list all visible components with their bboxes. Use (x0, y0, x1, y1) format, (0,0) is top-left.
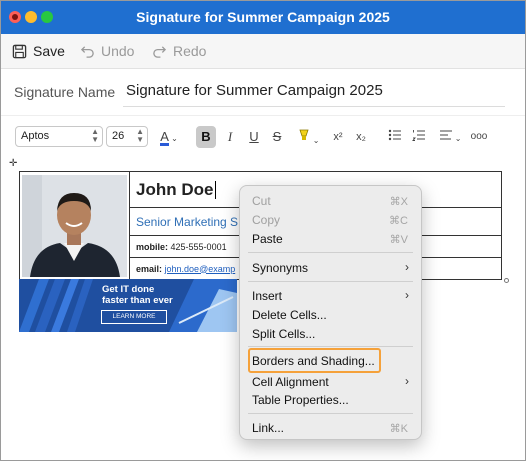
photo-cell[interactable] (19, 171, 130, 280)
context-menu: Cut ⌘X Copy ⌘C Paste ⌘V Synonyms › Inser… (239, 185, 422, 440)
menu-item-synonyms[interactable]: Synonyms (252, 261, 308, 275)
menu-item-paste[interactable]: Paste (252, 232, 283, 246)
window-title: Signature for Summer Campaign 2025 (136, 9, 390, 25)
signature-name-text: John Doe (136, 179, 214, 199)
numbered-list-icon (412, 130, 425, 141)
superscript-button[interactable]: x² (330, 128, 346, 146)
stepper-icon: ▲ ▼ (136, 127, 144, 144)
person-photo-icon (22, 174, 127, 277)
cut-shortcut: ⌘X (389, 196, 408, 208)
font-size-value: 26 (112, 130, 125, 142)
bullet-list-icon (388, 129, 401, 141)
underline-button[interactable]: U (247, 128, 261, 146)
title-bar: Signature for Summer Campaign 2025 (1, 1, 525, 34)
menu-separator (248, 252, 413, 253)
formatting-toolbar: Aptos ▲ ▼ 26 ▲ ▼ A ⌄ B I U S ⌄ x² x₂ ⌄ ooo (1, 115, 525, 155)
copy-shortcut: ⌘C (389, 215, 408, 227)
profile-photo (22, 174, 127, 277)
menu-item-copy[interactable]: Copy (252, 213, 280, 227)
strikethrough-icon: S (272, 129, 282, 144)
signature-name-label: Signature Name (14, 84, 116, 100)
redo-icon (153, 45, 167, 58)
subscript-icon: x₂ (356, 131, 366, 143)
highlighter-icon (298, 129, 309, 140)
save-label: Save (33, 43, 65, 59)
font-family-select[interactable]: Aptos ▲ ▼ (15, 126, 103, 147)
paste-shortcut: ⌘V (389, 234, 408, 246)
italic-icon: I (227, 129, 233, 144)
menu-item-cell-alignment[interactable]: Cell Alignment (252, 375, 329, 389)
undo-icon (80, 45, 94, 58)
menu-item-delete-cells[interactable]: Delete Cells... (252, 308, 327, 322)
menu-item-borders-and-shading[interactable]: Borders and Shading... (252, 354, 375, 368)
font-size-select[interactable]: 26 ▲ ▼ (106, 126, 148, 147)
menu-item-cut[interactable]: Cut (252, 194, 271, 208)
text-cursor (215, 181, 217, 200)
subscript-button[interactable]: x₂ (353, 128, 369, 146)
mobile-label: mobile: (136, 241, 169, 252)
underline-icon: U (249, 129, 259, 144)
signature-name-underline (123, 106, 505, 107)
table-resize-handle-icon[interactable] (504, 278, 509, 283)
undo-button[interactable]: Undo (80, 43, 134, 59)
strikethrough-button[interactable]: S (270, 128, 284, 146)
bold-button[interactable]: B (196, 126, 216, 148)
undo-label: Undo (101, 43, 135, 59)
bullet-list-button[interactable] (388, 128, 402, 146)
save-button[interactable]: Save (12, 43, 65, 59)
menu-item-insert[interactable]: Insert (252, 289, 282, 303)
alignment-button[interactable]: ⌄ (437, 128, 463, 146)
save-icon (12, 44, 27, 58)
menu-separator (248, 346, 413, 347)
table-move-handle-icon[interactable]: ✛ (9, 158, 17, 169)
numbered-list-button[interactable] (412, 128, 426, 146)
mobile-value: 425-555-0001 (170, 241, 227, 252)
promo-banner[interactable]: Get IT done faster than ever LEARN MORE (19, 279, 237, 332)
email-label: email: (136, 263, 163, 274)
menu-item-link[interactable]: Link... (252, 421, 284, 435)
email-link[interactable]: john.doe@examp (165, 264, 236, 274)
more-icon: ooo (470, 131, 488, 142)
menu-item-table-properties[interactable]: Table Properties... (252, 393, 349, 407)
toolbar: Save Undo Redo (1, 34, 525, 69)
highlight-button[interactable]: ⌄ (293, 128, 323, 146)
signature-editor-window: Signature for Summer Campaign 2025 Save … (0, 0, 526, 461)
link-shortcut: ⌘K (389, 423, 408, 435)
signature-name-field[interactable]: Signature for Summer Campaign 2025 (126, 82, 383, 99)
learn-more-button[interactable]: LEARN MORE (101, 310, 167, 324)
font-color-icon: A (160, 129, 169, 146)
menu-separator (248, 281, 413, 282)
redo-button[interactable]: Redo (152, 43, 206, 59)
menu-separator (248, 413, 413, 414)
redo-label: Redo (173, 43, 207, 59)
font-family-value: Aptos (21, 130, 50, 142)
italic-button[interactable]: I (223, 128, 237, 146)
align-left-icon (439, 130, 452, 140)
font-color-button[interactable]: A ⌄ (156, 128, 182, 146)
job-title-text: Senior Marketing S (136, 214, 239, 229)
superscript-icon: x² (333, 131, 343, 143)
submenu-chevron-icon: › (405, 260, 409, 274)
stepper-icon: ▲ ▼ (91, 127, 99, 144)
bold-icon: B (201, 129, 211, 144)
submenu-chevron-icon: › (405, 288, 409, 302)
banner-headline: Get IT done faster than ever (102, 284, 173, 306)
menu-item-split-cells[interactable]: Split Cells... (252, 327, 315, 341)
more-options-button[interactable]: ooo (470, 128, 488, 146)
submenu-chevron-icon: › (405, 374, 409, 388)
signature-name-row: Signature Name Signature for Summer Camp… (1, 69, 525, 115)
